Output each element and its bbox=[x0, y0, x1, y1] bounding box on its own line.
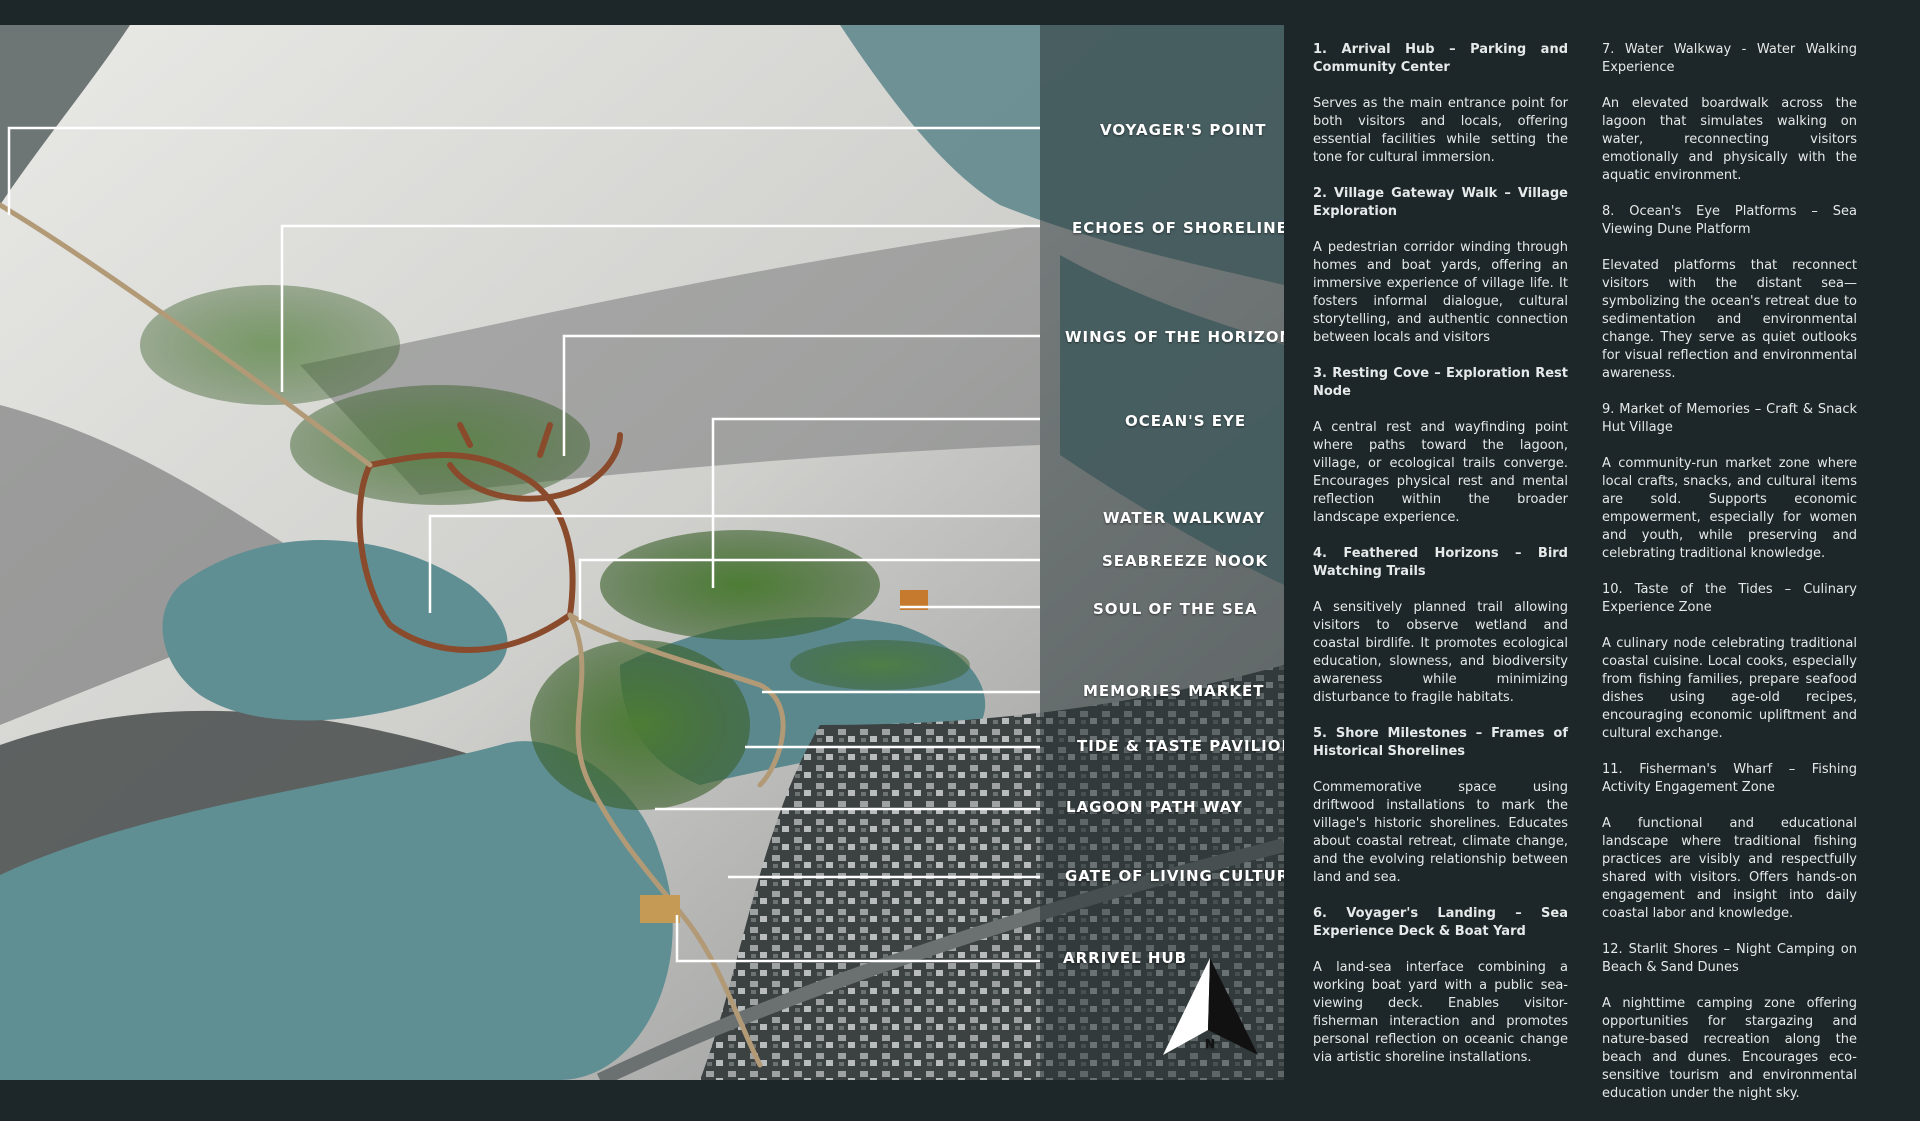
map-graphic bbox=[0, 25, 1284, 1080]
map-label-oceans-eye: OCEAN'S EYE bbox=[1125, 412, 1247, 430]
north-arrow-label: N bbox=[1205, 1037, 1217, 1051]
map-label-echoes-of-shorelines: ECHOES OF SHORELINES bbox=[1072, 219, 1284, 237]
legend-entry-title: 5. Shore Milestones – Frames of Historic… bbox=[1313, 726, 1568, 759]
hub-building bbox=[640, 895, 680, 923]
legend-entry-desc: A community-run market zone where local … bbox=[1602, 456, 1857, 561]
legend-entry-desc: Elevated platforms that reconnect visito… bbox=[1602, 258, 1857, 381]
legend-entry: 12. Starlit Shores – Night Camping on Be… bbox=[1602, 941, 1857, 1103]
map-label-lagoon-path-way: LAGOON PATH WAY bbox=[1066, 798, 1243, 816]
legend-entry-title: 7. Water Walkway - Water Walking Experie… bbox=[1602, 42, 1857, 75]
legend-entry: 7. Water Walkway - Water Walking Experie… bbox=[1602, 41, 1857, 185]
legend-entry-title: 12. Starlit Shores – Night Camping on Be… bbox=[1602, 942, 1857, 975]
map-label-soul-of-the-sea: SOUL OF THE SEA bbox=[1093, 600, 1258, 618]
legend-entry-desc: A sensitively planned trail allowing vis… bbox=[1313, 600, 1568, 705]
legend-entry: 10. Taste of the Tides – Culinary Experi… bbox=[1602, 581, 1857, 743]
legend-entry: 9. Market of Memories – Craft & Snack Hu… bbox=[1602, 401, 1857, 563]
map-label-seabreeze-nook: SEABREEZE NOOK bbox=[1102, 552, 1269, 570]
legend-column-1: 1. Arrival Hub – Parking and Community C… bbox=[1313, 41, 1568, 1085]
legend-entry: 11. Fisherman's Wharf – Fishing Activity… bbox=[1602, 761, 1857, 923]
legend-entry-desc: A culinary node celebrating traditional … bbox=[1602, 636, 1857, 741]
legend-entry-desc: A pedestrian corridor winding through ho… bbox=[1313, 240, 1568, 345]
legend-entry: 8. Ocean's Eye Platforms – Sea Viewing D… bbox=[1602, 203, 1857, 383]
legend-entry: 1. Arrival Hub – Parking and Community C… bbox=[1313, 41, 1568, 167]
legend-entry-title: 4. Feathered Horizons – Bird Watching Tr… bbox=[1313, 546, 1568, 579]
legend-entry-title: 10. Taste of the Tides – Culinary Experi… bbox=[1602, 582, 1857, 615]
map-label-wings-of-the-horizon: WINGS OF THE HORIZON bbox=[1065, 328, 1284, 346]
legend-panel: 1. Arrival Hub – Parking and Community C… bbox=[1284, 25, 1920, 1101]
legend-entry-desc: Commemorative space using driftwood inst… bbox=[1313, 780, 1568, 885]
map-label-gate-of-living-culture: GATE OF LIVING CULTURE bbox=[1065, 867, 1284, 885]
map-label-water-walkway: WATER WALKWAY bbox=[1103, 509, 1266, 527]
legend-entry-title: 3. Resting Cove – Exploration Rest Node bbox=[1313, 366, 1568, 399]
legend-entry-desc: A central rest and wayfinding point wher… bbox=[1313, 420, 1568, 525]
legend-entry: 6. Voyager's Landing – Sea Experience De… bbox=[1313, 905, 1568, 1067]
legend-entry-title: 8. Ocean's Eye Platforms – Sea Viewing D… bbox=[1602, 204, 1857, 237]
legend-entry-desc: A functional and educational landscape w… bbox=[1602, 816, 1857, 921]
map-label-tide-taste-pavilion: TIDE & TASTE PAVILION bbox=[1077, 737, 1284, 755]
legend-entry-title: 1. Arrival Hub – Parking and Community C… bbox=[1313, 42, 1568, 75]
vegetation bbox=[600, 530, 880, 640]
legend-entry-desc: A land-sea interface combining a working… bbox=[1313, 960, 1568, 1065]
map-label-voyagers-point: VOYAGER'S POINT bbox=[1100, 121, 1267, 139]
legend-entry-desc: A nighttime camping zone offering opport… bbox=[1602, 996, 1857, 1101]
legend-entry: 3. Resting Cove – Exploration Rest Node … bbox=[1313, 365, 1568, 527]
legend-entry-title: 2. Village Gateway Walk – Village Explor… bbox=[1313, 186, 1568, 219]
legend-entry-title: 11. Fisherman's Wharf – Fishing Activity… bbox=[1602, 762, 1857, 795]
legend-entry-desc: Serves as the main entrance point for bo… bbox=[1313, 96, 1568, 165]
site-map: VOYAGER'S POINT ECHOES OF SHORELINES WIN… bbox=[0, 25, 1284, 1080]
map-label-memories-market: MEMORIES MARKET bbox=[1083, 682, 1265, 700]
map-label-arrivel-hub: ARRIVEL HUB bbox=[1063, 949, 1188, 967]
legend-entry: 2. Village Gateway Walk – Village Explor… bbox=[1313, 185, 1568, 347]
legend-entry: 5. Shore Milestones – Frames of Historic… bbox=[1313, 725, 1568, 887]
legend-column-2: 7. Water Walkway - Water Walking Experie… bbox=[1602, 41, 1857, 1121]
vegetation bbox=[790, 640, 970, 690]
legend-entry-title: 6. Voyager's Landing – Sea Experience De… bbox=[1313, 906, 1568, 939]
legend-entry-title: 9. Market of Memories – Craft & Snack Hu… bbox=[1602, 402, 1857, 435]
legend-entry-desc: An elevated boardwalk across the lagoon … bbox=[1602, 96, 1857, 183]
legend-entry: 4. Feathered Horizons – Bird Watching Tr… bbox=[1313, 545, 1568, 707]
vegetation bbox=[140, 285, 400, 405]
vegetation bbox=[530, 640, 750, 810]
